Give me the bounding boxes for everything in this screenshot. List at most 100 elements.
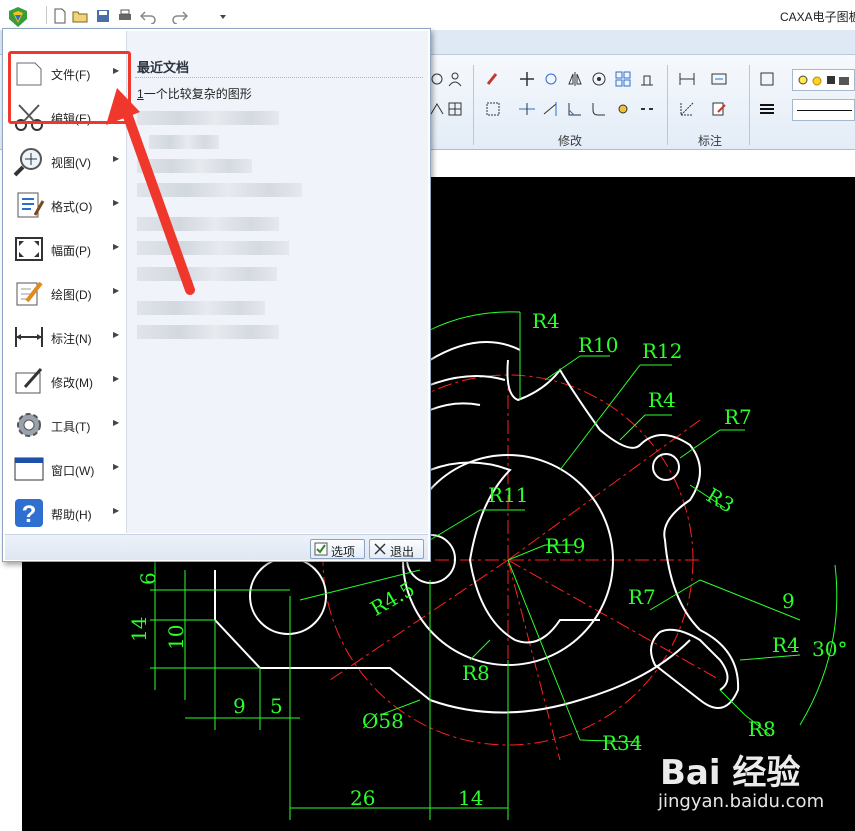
dim-label: R12 bbox=[642, 339, 683, 363]
dim-label: R3 bbox=[702, 483, 738, 518]
mirror-icon[interactable] bbox=[566, 70, 584, 88]
modify-icon bbox=[15, 368, 43, 394]
submenu-arrow-icon: ▶ bbox=[113, 374, 120, 383]
dim-label: R4 bbox=[772, 633, 800, 657]
menu-item-label: 修改(M) bbox=[51, 376, 93, 390]
dim-label: R8 bbox=[462, 661, 490, 685]
menu-item-label: 视图(V) bbox=[51, 156, 91, 170]
open-folder-icon[interactable] bbox=[72, 8, 88, 24]
recent-document-item-redacted[interactable] bbox=[137, 241, 289, 255]
new-file-icon[interactable] bbox=[52, 8, 68, 24]
dim-label: 14 bbox=[127, 617, 151, 642]
layer-tool-icon[interactable] bbox=[758, 70, 776, 88]
baidu-watermark: Bai 经验 jingyan.baidu.com bbox=[640, 745, 840, 825]
menu-item-label: 标注(N) bbox=[51, 332, 92, 346]
submenu-arrow-icon: ▶ bbox=[113, 154, 120, 163]
layer-state-icon bbox=[798, 75, 849, 86]
recent-document-item-redacted[interactable] bbox=[137, 267, 277, 281]
dim-label: R7 bbox=[628, 585, 656, 609]
user-icon[interactable] bbox=[446, 70, 464, 88]
undo-icon[interactable] bbox=[140, 8, 156, 24]
text-box-icon[interactable] bbox=[710, 70, 728, 88]
recent-document-item[interactable]: 1一个比较复杂的图形 bbox=[137, 85, 252, 102]
ribbon-group-modify-label: 修改 bbox=[557, 134, 582, 148]
dim-label: Ø58 bbox=[362, 709, 404, 733]
menu-item-sheet[interactable]: 幅面(P) ▶ bbox=[5, 227, 126, 271]
submenu-arrow-icon: ▶ bbox=[113, 418, 120, 427]
exit-button[interactable]: 退出 bbox=[369, 539, 424, 559]
exit-button-label: 退出 bbox=[390, 545, 415, 559]
menu-footer: 选项 退出 bbox=[5, 534, 428, 560]
menu-item-label: 幅面(P) bbox=[51, 244, 91, 258]
line-style-select[interactable] bbox=[792, 99, 855, 121]
dim-label: R8 bbox=[748, 717, 776, 741]
print-icon[interactable] bbox=[117, 8, 133, 24]
app-logo-icon[interactable] bbox=[6, 5, 30, 29]
trim-icon[interactable] bbox=[518, 100, 536, 118]
table-icon[interactable] bbox=[446, 100, 464, 118]
window-icon bbox=[14, 457, 44, 481]
recent-document-item-redacted[interactable] bbox=[137, 111, 279, 125]
quick-access-separator bbox=[46, 6, 47, 24]
dim-label: R19 bbox=[545, 534, 586, 558]
dim-label: 14 bbox=[458, 786, 483, 810]
redo-icon[interactable] bbox=[172, 8, 188, 24]
dimension-icon bbox=[15, 327, 43, 347]
chamfer-icon[interactable] bbox=[566, 100, 584, 118]
linear-dimension-icon[interactable] bbox=[678, 70, 696, 88]
rectangle-icon[interactable] bbox=[484, 100, 502, 118]
edit-text-icon[interactable] bbox=[710, 100, 728, 118]
scale-icon[interactable] bbox=[590, 70, 608, 88]
watermark-brand: Bai 经验 bbox=[660, 753, 801, 793]
move-icon[interactable] bbox=[518, 70, 536, 88]
extend-icon[interactable] bbox=[542, 100, 560, 118]
options-button[interactable]: 选项 bbox=[310, 539, 365, 559]
save-icon[interactable] bbox=[95, 8, 111, 24]
submenu-arrow-icon: ▶ bbox=[113, 506, 120, 515]
dim-label: 9 bbox=[233, 694, 246, 718]
menu-item-window[interactable]: 窗口(W) ▶ bbox=[5, 447, 126, 491]
recent-document-item-redacted[interactable] bbox=[137, 301, 265, 315]
recent-document-item-redacted[interactable] bbox=[137, 183, 302, 197]
menu-item-view[interactable]: 视图(V) ▶ bbox=[5, 139, 126, 183]
recent-document-item-redacted[interactable] bbox=[137, 217, 279, 231]
svg-text:?: ? bbox=[22, 501, 37, 528]
customize-dropdown-icon[interactable] bbox=[215, 8, 231, 24]
break-icon[interactable] bbox=[638, 100, 656, 118]
recent-document-item-redacted[interactable] bbox=[149, 135, 219, 149]
stretch-icon[interactable] bbox=[638, 70, 656, 88]
submenu-arrow-icon: ▶ bbox=[113, 330, 120, 339]
dim-label: 6 bbox=[136, 572, 160, 585]
dim-label: R4 bbox=[532, 309, 560, 333]
dim-label: R7 bbox=[724, 405, 752, 429]
menu-item-help[interactable]: ? 帮助(H) ▶ bbox=[5, 491, 126, 535]
recent-documents-title: 最近文档 bbox=[137, 60, 190, 75]
recent-document-item-redacted[interactable] bbox=[137, 325, 279, 339]
menu-item-modify[interactable]: 修改(M) ▶ bbox=[5, 359, 126, 403]
rotate-icon[interactable] bbox=[542, 70, 560, 88]
fillet-icon[interactable] bbox=[590, 100, 608, 118]
dim-label: R34 bbox=[602, 731, 643, 755]
layer-select[interactable] bbox=[792, 69, 855, 91]
brush-icon[interactable] bbox=[484, 70, 502, 88]
app-title: CAXA电子图板 bbox=[780, 10, 855, 24]
submenu-arrow-icon: ▶ bbox=[113, 286, 120, 295]
submenu-arrow-icon: ▶ bbox=[113, 242, 120, 251]
recent-document-item-redacted[interactable] bbox=[137, 159, 252, 173]
checkbox-icon bbox=[314, 542, 328, 556]
options-button-label: 选项 bbox=[331, 545, 356, 559]
explode-icon[interactable] bbox=[614, 100, 632, 118]
menu-item-tools[interactable]: 工具(T) ▶ bbox=[5, 403, 126, 447]
coordinate-icon[interactable] bbox=[678, 100, 696, 118]
gear-icon bbox=[17, 413, 41, 437]
menu-item-draw[interactable]: 绘图(D) ▶ bbox=[5, 271, 126, 315]
recent-document-name: 一个比较复杂的图形 bbox=[143, 87, 252, 101]
line-weight-icon[interactable] bbox=[758, 100, 776, 118]
menu-item-label: 绘图(D) bbox=[51, 288, 92, 302]
menu-item-format[interactable]: 格式(O) ▶ bbox=[5, 183, 126, 227]
application-menu: 文件(F) ▶ 编辑(E) ▶ 视图(V) ▶ 格式(O) ▶ 幅面(P) ▶ … bbox=[2, 28, 431, 562]
array-icon[interactable] bbox=[614, 70, 632, 88]
close-icon bbox=[374, 543, 386, 555]
ribbon-separator bbox=[473, 65, 474, 145]
menu-item-dimension[interactable]: 标注(N) ▶ bbox=[5, 315, 126, 359]
